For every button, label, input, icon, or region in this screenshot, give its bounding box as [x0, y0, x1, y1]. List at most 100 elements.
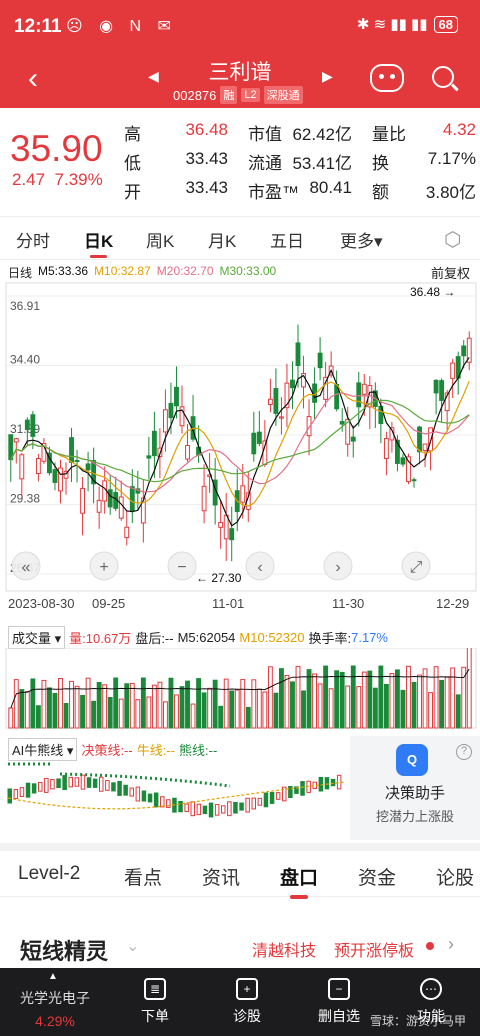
nav-order[interactable]: ≣ 下单 — [120, 978, 190, 1026]
volume-bar — [306, 669, 312, 729]
chart-control-icon: « — [22, 559, 31, 576]
tab-weekly-k[interactable]: 周K — [146, 227, 174, 252]
candle-body — [317, 352, 323, 369]
stock-code-row: 002876 融 L2 深股通 — [173, 86, 303, 104]
candle-body — [146, 455, 152, 459]
volume-bar — [422, 668, 428, 729]
quote-value: 33.43 — [185, 178, 228, 197]
nav-remove-watch[interactable]: − 删自选 — [304, 978, 374, 1026]
watermark: 雪球：游资小马甲 — [369, 1014, 466, 1028]
volume-bar — [124, 683, 130, 729]
volume-bar — [312, 673, 318, 729]
volume-bar — [118, 698, 124, 729]
nav-diagnose[interactable]: + 诊股 — [212, 978, 282, 1026]
volume-bar — [35, 705, 41, 729]
x-tick-label: 09-25 — [92, 596, 125, 611]
volume-bar — [135, 699, 141, 729]
period-tabs: 分时 日K 周K 月K 五日 更多▾ ⬡ — [0, 216, 480, 260]
ai-candle — [62, 775, 67, 791]
tab-monthly-k[interactable]: 月K — [208, 227, 236, 252]
ai-candle — [147, 793, 153, 803]
candlestick-chart[interactable]: 36.9134.4031.8929.3826.8736.48 →← 27.302… — [0, 282, 480, 612]
x-tick-label: 11-01 — [212, 596, 244, 611]
tab-five-day[interactable]: 五日 — [270, 227, 304, 252]
tag-margin: 融 — [220, 86, 238, 104]
tab-order-book[interactable]: 盘口 — [280, 863, 318, 899]
tab-level2[interactable]: Level-2 — [18, 863, 80, 885]
tab-intraday[interactable]: 分时 — [16, 227, 50, 252]
quote-label: 流通 — [248, 154, 282, 173]
ma30-value: M30:33.00 — [219, 264, 277, 278]
adjust-mode[interactable]: 前复权 — [431, 263, 470, 282]
quote-label: 额 — [372, 183, 389, 202]
volume-bar — [317, 683, 323, 729]
robot-assistant-icon[interactable] — [370, 64, 404, 92]
candle-body — [30, 414, 36, 437]
ma10-value: M10:32.87 — [94, 264, 151, 278]
nav-remove-label: 删自选 — [318, 1008, 360, 1024]
current-price: 35.90 — [10, 128, 103, 169]
ai-candle — [336, 774, 342, 790]
candle-body — [439, 380, 445, 401]
volume-bar — [179, 686, 185, 729]
caret-up-icon: ▲ — [48, 971, 58, 982]
tab-news[interactable]: 资讯 — [202, 863, 240, 890]
short-line-event[interactable]: 预开涨停板 — [334, 937, 414, 961]
volume-bar — [52, 692, 58, 729]
chevron-right-icon[interactable]: › — [448, 934, 454, 955]
quote-label: 高 — [124, 125, 141, 144]
tab-more[interactable]: 更多▾ — [340, 227, 383, 252]
tag-connect: 深股通 — [263, 86, 303, 104]
ai-candle — [160, 796, 165, 808]
settings-hex-icon[interactable]: ⬡ — [444, 227, 461, 252]
volume-bar — [339, 671, 345, 729]
candle-body — [52, 469, 58, 483]
turnover-value: 7.17% — [351, 630, 388, 645]
volume-selector[interactable]: 成交量 ▾ — [8, 626, 66, 649]
remove-icon: − — [328, 978, 350, 1000]
ai-candle — [99, 776, 104, 792]
candle-body — [417, 426, 422, 453]
candle-body — [174, 386, 179, 407]
ai-candle — [239, 802, 244, 811]
volume-bar — [295, 665, 301, 729]
candle-body — [400, 457, 406, 465]
volume-bar — [229, 690, 235, 729]
next-stock-icon[interactable]: ▶ — [322, 68, 333, 85]
tab-discussion[interactable]: 论股 — [436, 863, 474, 890]
volume-bar — [240, 678, 246, 729]
short-line-stock[interactable]: 清越科技 — [252, 937, 316, 961]
volume-bar — [190, 703, 196, 729]
volume-bar — [356, 686, 362, 729]
ai-candle — [123, 784, 128, 796]
volume-bar — [19, 689, 25, 729]
tab-funds[interactable]: 资金 — [358, 863, 396, 890]
decision-assistant-card[interactable]: Q ? 决策助手 挖潜力上涨股 — [350, 736, 480, 840]
short-line-title: 短线精灵 — [20, 939, 109, 964]
moving-average-m10 — [10, 380, 470, 507]
candle-body — [129, 486, 135, 511]
tab-daily-k[interactable]: 日K — [84, 227, 113, 258]
ai-candle — [245, 797, 250, 813]
help-icon[interactable]: ? — [456, 744, 472, 760]
candle-body — [218, 521, 224, 528]
volume-bar — [8, 707, 14, 729]
candle-body — [24, 419, 30, 431]
ai-candle — [86, 777, 92, 788]
ma-title: 日线 — [8, 266, 33, 280]
chevron-down-icon[interactable]: ⌄ — [126, 936, 139, 956]
nav-order-label: 下单 — [141, 1008, 169, 1024]
min-price-label: ← 27.30 — [196, 571, 242, 585]
volume-bar — [151, 684, 157, 729]
ai-candle — [166, 799, 171, 808]
volume-bar — [383, 683, 389, 729]
candle-body — [13, 438, 19, 443]
volume-selector-label: 成交量 — [12, 631, 52, 646]
candle-body — [201, 485, 207, 512]
x-tick-label: 12-29 — [436, 596, 469, 611]
volume-bar — [157, 681, 163, 729]
candle-body — [339, 421, 345, 425]
search-icon[interactable] — [432, 66, 454, 88]
tab-highlights[interactable]: 看点 — [124, 863, 162, 890]
y-tick-label: 29.38 — [10, 492, 40, 506]
